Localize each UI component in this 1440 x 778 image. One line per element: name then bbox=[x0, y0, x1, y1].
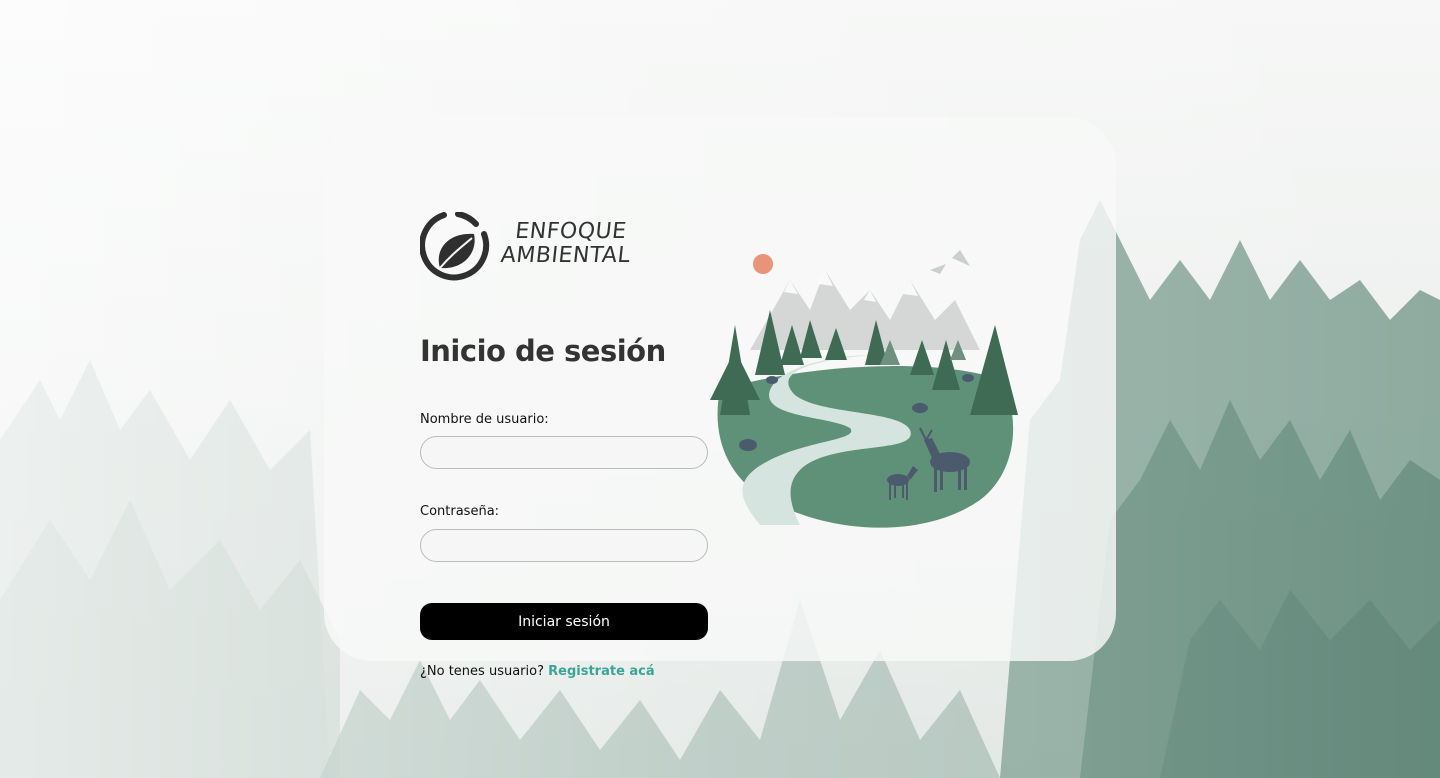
username-input[interactable] bbox=[420, 436, 708, 469]
mountains bbox=[750, 270, 980, 350]
forest-illustration bbox=[710, 250, 1018, 528]
register-prompt-text: ¿No tenes usuario? bbox=[420, 664, 544, 679]
password-input[interactable] bbox=[420, 529, 708, 562]
password-label: Contraseña: bbox=[420, 504, 500, 519]
brand-name-line1: ENFOQUE bbox=[514, 219, 628, 244]
bird-shape bbox=[930, 264, 946, 274]
brand-name: ENFOQUE AMBIENTAL bbox=[499, 219, 634, 268]
sun-shape bbox=[753, 254, 773, 274]
register-prompt: ¿No tenes usuario? Registrate acá bbox=[420, 664, 655, 679]
username-label: Nombre de usuario: bbox=[420, 412, 549, 427]
login-submit-button[interactable]: Iniciar sesión bbox=[420, 603, 708, 640]
bird-shape bbox=[952, 250, 970, 266]
brand-name-line2: AMBIENTAL bbox=[499, 243, 632, 268]
page-title: Inicio de sesión bbox=[420, 334, 666, 368]
register-link[interactable]: Registrate acá bbox=[548, 664, 655, 679]
